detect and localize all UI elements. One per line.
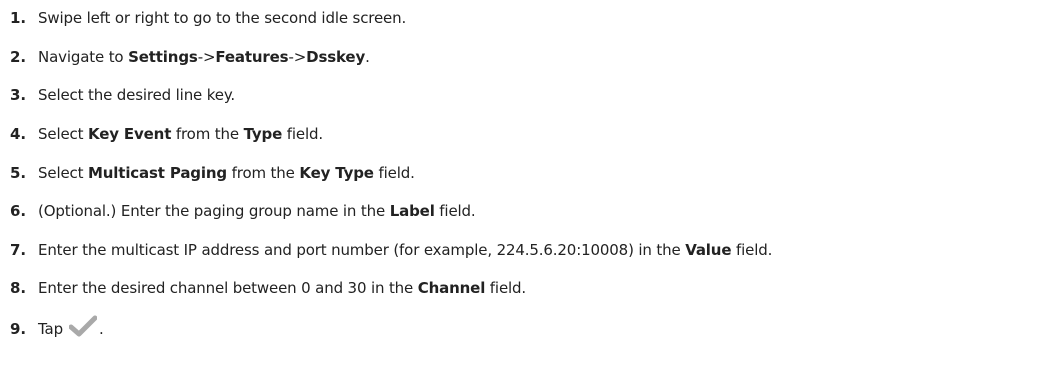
step-number: 8.	[10, 279, 27, 297]
step-text-part: Swipe left or right to go to the second …	[38, 9, 407, 27]
path-separator: ->	[197, 48, 216, 66]
step-number: 1.	[10, 9, 27, 27]
instruction-steps: 1. Swipe left or right to go to the seco…	[0, 0, 1057, 365]
step-text-part: Select the desired line key.	[38, 86, 236, 104]
field-name-label: Label	[389, 202, 435, 220]
step-text-part: (Optional.) Enter the paging group name …	[38, 202, 390, 220]
step-text-part: Select	[38, 164, 88, 182]
step-text: Select Key Event from the Type field.	[38, 125, 323, 143]
step-text: Select the desired line key.	[38, 86, 235, 104]
step-text: Enter the multicast IP address and port …	[38, 241, 772, 259]
step-text-part: Enter the multicast IP address and port …	[38, 241, 686, 259]
field-name-value: Value	[685, 241, 732, 259]
menu-path-dsskey: Dsskey	[306, 48, 366, 66]
field-value-multicast-paging: Multicast Paging	[88, 164, 228, 182]
step-text: Select Multicast Paging from the Key Typ…	[38, 164, 415, 182]
step-text: Enter the desired channel between 0 and …	[38, 279, 526, 297]
step-number: 7.	[10, 241, 27, 259]
step-number: 4.	[10, 125, 27, 143]
step-text: Swipe left or right to go to the second …	[38, 9, 406, 27]
step-number: 9.	[10, 320, 27, 338]
step-number: 3.	[10, 86, 27, 104]
step-text-part: field.	[373, 164, 415, 182]
step-text-part: Tap	[38, 319, 63, 338]
menu-path-settings: Settings	[128, 48, 198, 66]
step-number: 6.	[10, 202, 27, 220]
step-text-part: .	[98, 319, 104, 338]
step-text: (Optional.) Enter the paging group name …	[38, 202, 476, 220]
step-text: Navigate to Settings->Features->Dsskey.	[38, 48, 370, 66]
check-icon	[68, 315, 98, 341]
step-text: Tap .	[38, 315, 104, 341]
step-text-part: field.	[434, 202, 476, 220]
field-name-channel: Channel	[417, 279, 486, 297]
step-text-part: Navigate to	[38, 48, 129, 66]
step-number: 5.	[10, 164, 27, 182]
step-text-part: from the	[171, 125, 244, 143]
step-text-part: field.	[485, 279, 527, 297]
field-value-key-event: Key Event	[88, 125, 172, 143]
step-text-part: .	[365, 48, 370, 66]
step-text-part: Select	[38, 125, 88, 143]
field-name-type: Type	[243, 125, 283, 143]
menu-path-features: Features	[215, 48, 289, 66]
step-text-part: field.	[731, 241, 773, 259]
step-text-part: field.	[282, 125, 323, 143]
step-number: 2.	[10, 48, 27, 66]
field-name-key-type: Key Type	[299, 164, 374, 182]
step-text-part: from the	[227, 164, 300, 182]
path-separator: ->	[288, 48, 307, 66]
step-text-part: Enter the desired channel between 0 and …	[38, 279, 418, 297]
